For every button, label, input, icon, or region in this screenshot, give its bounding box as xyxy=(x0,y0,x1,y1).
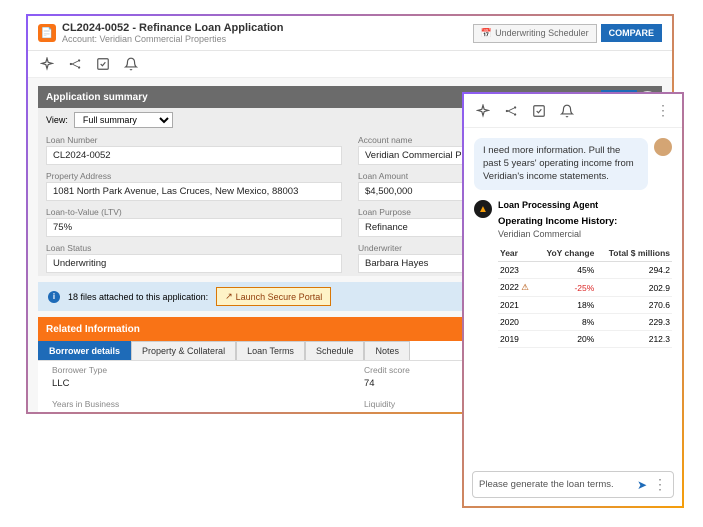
loan-number-label: Loan Number xyxy=(46,135,342,145)
user-avatar xyxy=(654,138,672,156)
status-value: Underwriting xyxy=(46,254,342,273)
info-icon: i xyxy=(48,291,60,303)
agent-name: Loan Processing Agent xyxy=(498,200,672,210)
send-icon[interactable]: ➤ xyxy=(637,478,647,492)
warning-icon: ⚠ xyxy=(521,282,529,292)
cell-year: 2020 xyxy=(498,314,536,331)
cell-year: 2021 xyxy=(498,297,536,314)
user-bubble: I need more information. Pull the past 5… xyxy=(474,138,648,190)
bell-icon[interactable] xyxy=(124,57,138,71)
cell-yoy: 45% xyxy=(536,262,596,279)
agent-response-subtitle: Veridian Commercial xyxy=(498,229,672,239)
col-yoy: YoY change xyxy=(536,245,596,262)
calendar-icon: 📅 xyxy=(481,28,492,39)
ltv-value: 75% xyxy=(46,218,342,237)
cell-total: 270.6 xyxy=(596,297,672,314)
cell-total: 229.3 xyxy=(596,314,672,331)
chat-body: I need more information. Pull the past 5… xyxy=(464,128,682,463)
user-message: I need more information. Pull the past 5… xyxy=(474,138,672,190)
tab-loan-terms[interactable]: Loan Terms xyxy=(236,341,305,360)
bell-icon[interactable] xyxy=(560,104,574,118)
cell-year: 2022 ⚠ xyxy=(498,279,536,297)
compare-button[interactable]: COMPARE xyxy=(601,24,662,42)
tab-schedule[interactable]: Schedule xyxy=(305,341,365,360)
underwriting-scheduler-button[interactable]: 📅Underwriting Scheduler xyxy=(473,24,597,43)
agent-message: ▲ Loan Processing Agent Operating Income… xyxy=(474,200,672,348)
ltv-label: Loan-to-Value (LTV) xyxy=(46,207,342,217)
table-row: 2022 ⚠-25%202.9 xyxy=(498,279,672,297)
nodes-icon[interactable] xyxy=(68,57,82,71)
cell-yoy: 20% xyxy=(536,331,596,348)
income-table-body: 202345%294.22022 ⚠-25%202.9202118%270.62… xyxy=(498,262,672,348)
nodes-icon[interactable] xyxy=(504,104,518,118)
years-business-value: 26 xyxy=(52,410,336,414)
chat-input-row: ➤ ⋮ xyxy=(472,471,674,498)
agent-response-title: Operating Income History: xyxy=(498,216,672,227)
cell-total: 202.9 xyxy=(596,279,672,297)
cell-total: 294.2 xyxy=(596,262,672,279)
income-table: Year YoY change Total $ millions 202345%… xyxy=(498,245,672,348)
sparkle-icon[interactable] xyxy=(476,104,490,118)
agent-avatar: ▲ xyxy=(474,200,492,218)
document-icon: 📄 xyxy=(38,24,56,42)
chat-panel: ⋮ I need more information. Pull the past… xyxy=(462,92,684,508)
check-icon[interactable] xyxy=(532,104,546,118)
sparkle-icon[interactable] xyxy=(40,57,54,71)
years-business-label: Years in Business xyxy=(52,399,336,409)
table-row: 20208%229.3 xyxy=(498,314,672,331)
cell-yoy: -25% xyxy=(536,279,596,297)
check-icon[interactable] xyxy=(96,57,110,71)
cell-year: 2019 xyxy=(498,331,536,348)
address-label: Property Address xyxy=(46,171,342,181)
page-subtitle: Account: Veridian Commercial Properties xyxy=(62,34,469,44)
loan-number-value: CL2024-0052 xyxy=(46,146,342,165)
col-year: Year xyxy=(498,245,536,262)
input-more-icon[interactable]: ⋮ xyxy=(653,476,667,493)
page-title: CL2024-0052 - Refinance Loan Application xyxy=(62,22,469,34)
table-row: 202118%270.6 xyxy=(498,297,672,314)
related-heading: Related Information xyxy=(46,324,140,335)
table-row: 201920%212.3 xyxy=(498,331,672,348)
more-menu-icon[interactable]: ⋮ xyxy=(656,102,670,119)
header-bar: 📄 CL2024-0052 - Refinance Loan Applicati… xyxy=(28,16,672,51)
table-row: 202345%294.2 xyxy=(498,262,672,279)
tab-borrower-details[interactable]: Borrower details xyxy=(38,341,131,360)
external-link-icon: ↗ xyxy=(225,291,233,302)
cell-yoy: 8% xyxy=(536,314,596,331)
status-label: Loan Status xyxy=(46,243,342,253)
agent-card: Loan Processing Agent Operating Income H… xyxy=(498,200,672,348)
chat-input[interactable] xyxy=(479,479,631,490)
summary-heading: Application summary xyxy=(46,92,148,103)
header-text: CL2024-0052 - Refinance Loan Application… xyxy=(62,22,469,44)
tab-property-collateral[interactable]: Property & Collateral xyxy=(131,341,236,360)
col-total: Total $ millions xyxy=(596,245,672,262)
launch-portal-button[interactable]: ↗Launch Secure Portal xyxy=(216,287,331,306)
address-value: 1081 North Park Avenue, Las Cruces, New … xyxy=(46,182,342,201)
borrower-type-label: Borrower Type xyxy=(52,365,336,375)
cell-total: 212.3 xyxy=(596,331,672,348)
borrower-type-value: LLC xyxy=(52,376,336,391)
tab-notes[interactable]: Notes xyxy=(364,341,410,360)
cell-yoy: 18% xyxy=(536,297,596,314)
cell-year: 2023 xyxy=(498,262,536,279)
files-text: 18 files attached to this application: xyxy=(68,292,208,302)
toolbar xyxy=(28,51,672,78)
chat-toolbar: ⋮ xyxy=(464,94,682,128)
view-label: View: xyxy=(46,115,68,125)
view-select[interactable]: Full summary xyxy=(74,112,173,128)
